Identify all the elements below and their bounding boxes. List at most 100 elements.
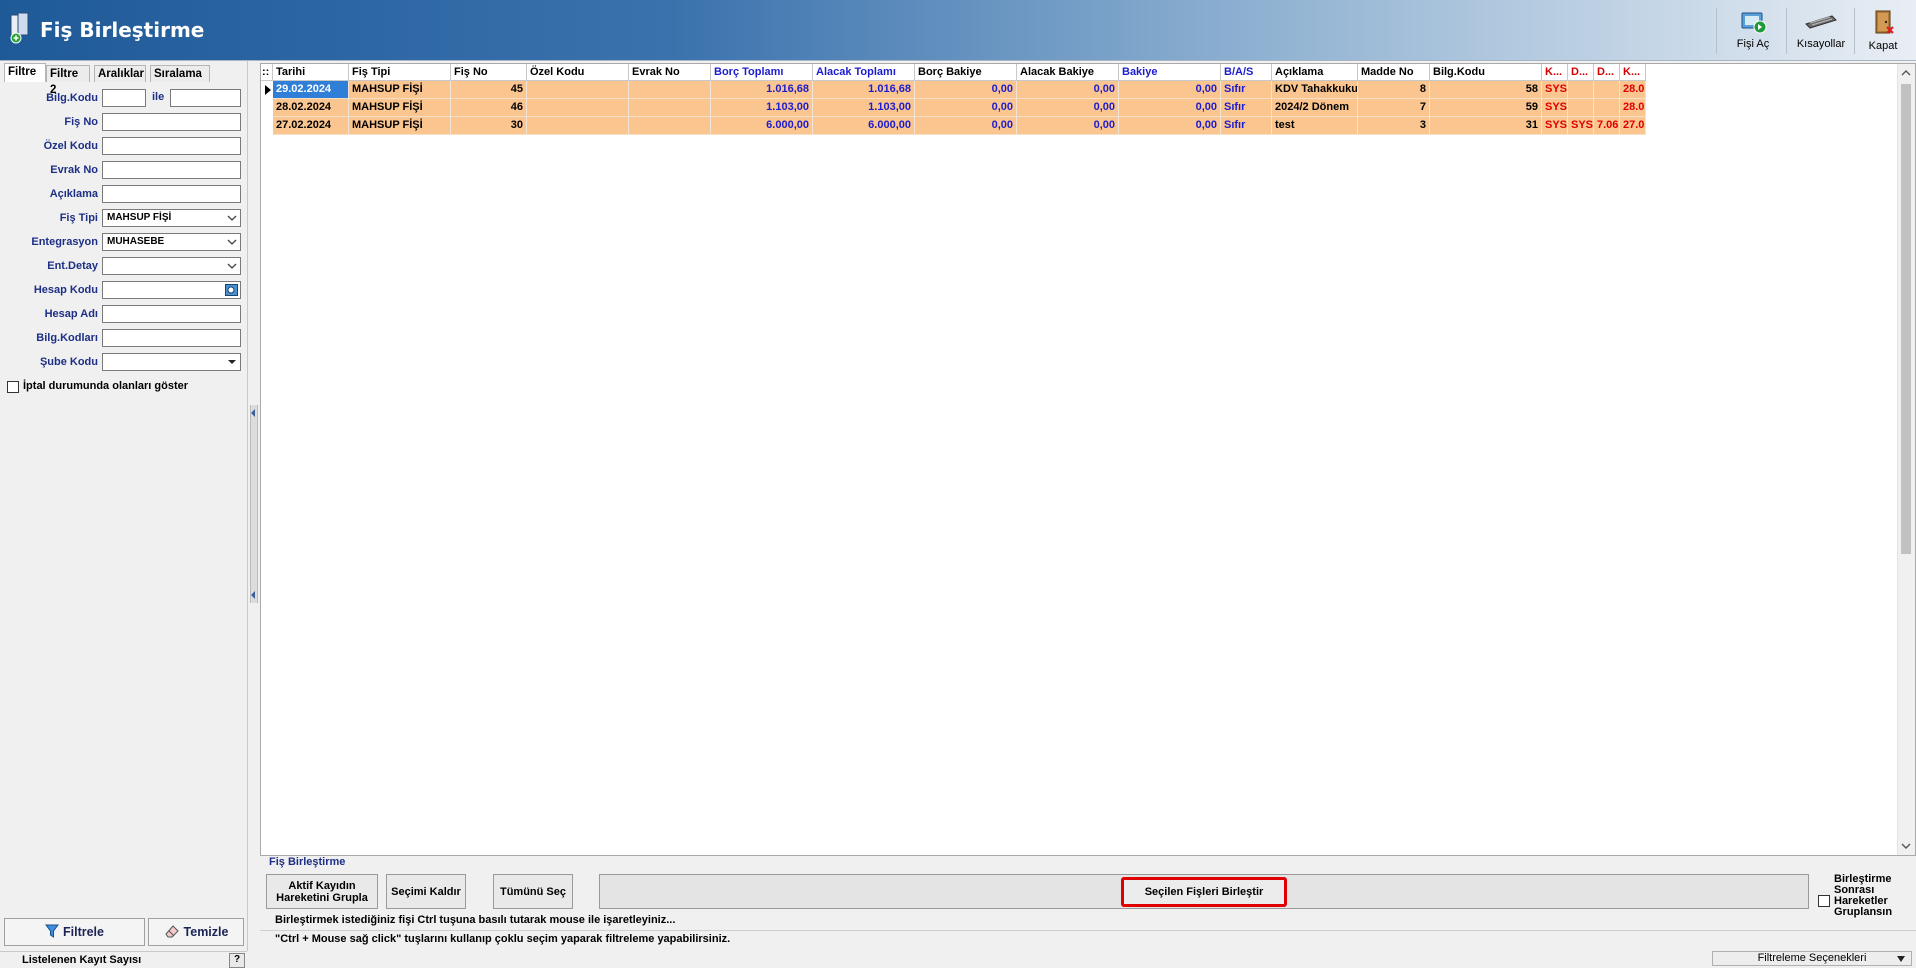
entegrasyon-select[interactable]: MUHASEBE [102,233,241,251]
tab-siralama[interactable]: Sıralama [150,65,210,82]
cell-borc-bakiye[interactable]: 0,00 [915,99,1017,117]
table-row[interactable]: 28.02.2024 MAHSUP FİŞİ 46 1.103,00 1.103,00 0… [261,99,1901,117]
cell-evrak-no[interactable] [629,117,711,135]
cell-aciklama[interactable]: 2024/2 Dönem [1272,99,1358,117]
column-header-bas[interactable]: B/A/S [1221,64,1272,81]
column-header-aciklama[interactable]: Açıklama [1272,64,1358,81]
cell-fis-no[interactable]: 46 [451,99,527,117]
column-header-borc-toplami[interactable]: Borç Toplamı [711,64,813,81]
cell-borc-toplami[interactable]: 1.103,00 [711,99,813,117]
cell-k2[interactable]: 28.0 [1620,81,1646,99]
cell-bilg-kodu[interactable]: 31 [1430,117,1542,135]
ozel-kodu-input[interactable] [102,137,241,155]
cell-borc-toplami[interactable]: 6.000,00 [711,117,813,135]
cell-tarihi[interactable]: 27.02.2024 [273,117,349,135]
column-header-fis-no[interactable]: Fiş No [451,64,527,81]
cell-alacak-bakiye[interactable]: 0,00 [1017,81,1119,99]
hesap-kodu-input[interactable] [102,281,241,299]
cell-k2[interactable]: 27.0 [1620,117,1646,135]
table-row[interactable]: 27.02.2024 MAHSUP FİŞİ 30 6.000,00 6.000,00 0… [261,117,1901,135]
select-all-button[interactable]: Tümünü Seç [493,874,573,909]
cell-alacak-toplami[interactable]: 1.103,00 [813,99,915,117]
merge-selected-button[interactable]: Seçilen Fişleri Birleştir [1121,876,1287,907]
column-header-alacak-bakiye[interactable]: Alacak Bakiye [1017,64,1119,81]
group-after-merge-checkbox[interactable] [1818,895,1830,907]
column-header-bakiye[interactable]: Bakiye [1119,64,1221,81]
cell-madde-no[interactable]: 7 [1358,99,1430,117]
column-header-d1[interactable]: D... [1568,64,1594,81]
column-header-bilg-kodu[interactable]: Bilg.Kodu [1430,64,1542,81]
cell-borc-bakiye[interactable]: 0,00 [915,81,1017,99]
cell-alacak-toplami[interactable]: 6.000,00 [813,117,915,135]
cell-borc-toplami[interactable]: 1.016,68 [711,81,813,99]
filter-options-button[interactable]: Filtreleme Seçenekleri [1712,951,1912,966]
cell-fis-tipi[interactable]: MAHSUP FİŞİ [349,99,451,117]
cell-aciklama[interactable]: test [1272,117,1358,135]
sube-kodu-select[interactable] [102,353,241,371]
cell-ozel-kodu[interactable] [527,81,629,99]
fis-no-input[interactable] [102,113,241,131]
temizle-button[interactable]: Temizle [148,918,244,946]
cell-bakiye[interactable]: 0,00 [1119,117,1221,135]
lookup-icon[interactable] [225,284,238,296]
cell-k1[interactable]: SYS [1542,117,1568,135]
cell-bilg-kodu[interactable]: 59 [1430,99,1542,117]
cell-k2[interactable]: 28.0 [1620,99,1646,117]
collapse-left-icon[interactable] [251,409,256,417]
cell-bilg-kodu[interactable]: 58 [1430,81,1542,99]
group-active-record-button[interactable]: Aktif Kayıdın Hareketini Grupla [266,874,378,909]
evrak-no-input[interactable] [102,161,241,179]
grid-corner[interactable]: :: [261,64,273,81]
column-header-k1[interactable]: K... [1542,64,1568,81]
filtrele-button[interactable]: Filtrele [4,918,145,946]
cell-d1[interactable] [1568,99,1594,117]
tab-filtre[interactable]: Filtre [4,63,46,82]
open-voucher-button[interactable]: Fişi Aç [1720,4,1786,58]
cell-k1[interactable]: SYS [1542,81,1568,99]
close-button[interactable]: Kapat [1850,4,1916,58]
cell-k1[interactable]: SYS [1542,99,1568,117]
aciklama-input[interactable] [102,185,241,203]
cell-bas[interactable]: Sıfır [1221,81,1272,99]
cell-madde-no[interactable]: 3 [1358,117,1430,135]
cell-ozel-kodu[interactable] [527,99,629,117]
cell-d2[interactable] [1594,81,1620,99]
cell-alacak-bakiye[interactable]: 0,00 [1017,117,1119,135]
cell-bakiye[interactable]: 0,00 [1119,99,1221,117]
cell-evrak-no[interactable] [629,81,711,99]
panel-splitter[interactable] [250,405,258,603]
cell-fis-tipi[interactable]: MAHSUP FİŞİ [349,81,451,99]
cell-tarihi[interactable]: 28.02.2024 [273,99,349,117]
column-header-ozel-kodu[interactable]: Özel Kodu [527,64,629,81]
cell-borc-bakiye[interactable]: 0,00 [915,117,1017,135]
column-header-madde-no[interactable]: Madde No [1358,64,1430,81]
fis-tipi-select[interactable]: MAHSUP FİŞİ [102,209,241,227]
cell-bas[interactable]: Sıfır [1221,99,1272,117]
cell-d1[interactable]: SYS [1568,117,1594,135]
column-header-d2[interactable]: D... [1594,64,1620,81]
cell-fis-no[interactable]: 30 [451,117,527,135]
tab-filtre-2[interactable]: Filtre 2 [46,65,90,96]
shortcuts-button[interactable]: Kısayollar [1788,4,1854,58]
cell-fis-tipi[interactable]: MAHSUP FİŞİ [349,117,451,135]
cell-alacak-toplami[interactable]: 1.016,68 [813,81,915,99]
collapse-left-icon[interactable] [251,591,256,599]
column-header-alacak-toplami[interactable]: Alacak Toplamı [813,64,915,81]
bilg-kodlari-input[interactable] [102,329,241,347]
scrollbar-thumb[interactable] [1901,84,1911,554]
scroll-up-icon[interactable] [1901,69,1911,77]
table-row[interactable]: 29.02.2024 MAHSUP FİŞİ 45 1.016,68 1.016,68 0… [261,81,1901,99]
column-header-borc-bakiye[interactable]: Borç Bakiye [915,64,1017,81]
bilg-kodu-from-input[interactable] [102,89,146,107]
cell-d2[interactable]: 7.06 [1594,117,1620,135]
cell-fis-no[interactable]: 45 [451,81,527,99]
hesap-adi-input[interactable] [102,305,241,323]
cell-tarihi[interactable]: 29.02.2024 [273,81,349,99]
cell-d1[interactable] [1568,81,1594,99]
column-header-tarihi[interactable]: Tarihi [273,64,349,81]
iptal-checkbox[interactable] [7,381,19,393]
scroll-down-icon[interactable] [1901,842,1911,850]
bilg-kodu-to-input[interactable] [170,89,241,107]
grid-vertical-scrollbar[interactable] [1897,64,1915,855]
cell-alacak-bakiye[interactable]: 0,00 [1017,99,1119,117]
